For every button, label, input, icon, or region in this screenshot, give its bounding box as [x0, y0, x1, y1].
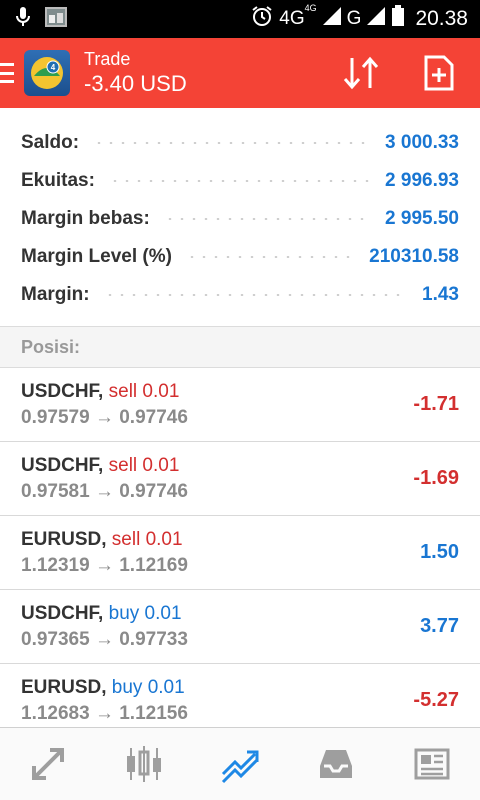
- profit-total: -3.40 USD: [84, 71, 187, 96]
- status-bar: 4G4G G 20.38: [0, 0, 480, 38]
- position-symbol: USDCHF,: [21, 454, 104, 476]
- position-prices: 0.97365 → 0.97733: [21, 628, 188, 650]
- position-prices: 0.97581 → 0.97746: [21, 480, 188, 502]
- signal-icon: [322, 7, 341, 31]
- dot-leader: [185, 256, 356, 258]
- network-type: 4G4G: [279, 2, 317, 29]
- position-prices: 0.97579 → 0.97746: [21, 406, 188, 428]
- summary-row-margin-level: Margin Level (%) 210310.58: [21, 246, 459, 267]
- position-prices: 1.12319 → 1.12169: [21, 554, 188, 576]
- news-icon[interactable]: [402, 734, 462, 794]
- network-type-2: G: [346, 8, 362, 29]
- position-prices: 1.12683 → 1.12156: [21, 702, 188, 724]
- app-logo[interactable]: 4: [24, 50, 70, 96]
- chart-icon[interactable]: [114, 734, 174, 794]
- position-row[interactable]: EURUSD, sell 0.01 1.12319 → 1.12169 1.50: [0, 516, 480, 590]
- position-symbol: EURUSD,: [21, 676, 107, 698]
- quotes-icon[interactable]: [18, 734, 78, 794]
- position-row[interactable]: USDCHF, sell 0.01 0.97579 → 0.97746 -1.7…: [0, 368, 480, 442]
- positions-header: Posisi:: [0, 326, 480, 368]
- summary-row-saldo: Saldo: 3 000.33: [21, 132, 459, 153]
- app-bar: 4 Trade -3.40 USD: [0, 38, 480, 108]
- position-profit: 1.50: [420, 541, 459, 563]
- position-side: buy 0.01: [108, 602, 182, 624]
- dot-leader: [163, 218, 372, 220]
- position-side: sell 0.01: [108, 454, 180, 476]
- menu-icon[interactable]: [0, 63, 14, 83]
- summary-row-margin: Margin: 1.43: [21, 284, 459, 305]
- alarm-icon: [251, 5, 273, 33]
- history-icon[interactable]: [306, 734, 366, 794]
- new-order-icon[interactable]: [420, 54, 458, 92]
- dot-leader: [93, 142, 372, 144]
- position-profit: 3.77: [420, 615, 459, 637]
- account-summary: Saldo: 3 000.33 Ekuitas: 2 996.93 Margin…: [0, 124, 480, 314]
- position-symbol: USDCHF,: [21, 380, 104, 402]
- position-symbol: EURUSD,: [21, 528, 107, 550]
- dot-leader: [108, 180, 372, 182]
- dot-leader: [103, 294, 409, 296]
- position-side: sell 0.01: [108, 380, 180, 402]
- position-row[interactable]: USDCHF, sell 0.01 0.97581 → 0.97746 -1.6…: [0, 442, 480, 516]
- signal-icon-2: [367, 7, 386, 31]
- position-profit: -5.27: [413, 689, 459, 711]
- bottom-nav: [0, 727, 480, 800]
- mic-icon: [14, 6, 32, 33]
- position-side: sell 0.01: [111, 528, 183, 550]
- summary-row-margin-bebas: Margin bebas: 2 995.50: [21, 208, 459, 229]
- positions-list: USDCHF, sell 0.01 0.97579 → 0.97746 -1.7…: [0, 368, 480, 738]
- position-profit: -1.69: [413, 467, 459, 489]
- position-symbol: USDCHF,: [21, 602, 104, 624]
- position-profit: -1.71: [413, 393, 459, 415]
- svg-text:4: 4: [51, 63, 56, 72]
- position-side: buy 0.01: [111, 676, 185, 698]
- screen-title: Trade: [84, 49, 131, 69]
- photo-icon: [44, 6, 68, 33]
- position-row[interactable]: USDCHF, buy 0.01 0.97365 → 0.97733 3.77: [0, 590, 480, 664]
- battery-icon: [391, 5, 405, 33]
- sort-icon[interactable]: [342, 54, 380, 92]
- clock: 20.38: [415, 7, 468, 30]
- trade-icon[interactable]: [210, 734, 270, 794]
- summary-row-ekuitas: Ekuitas: 2 996.93: [21, 170, 459, 191]
